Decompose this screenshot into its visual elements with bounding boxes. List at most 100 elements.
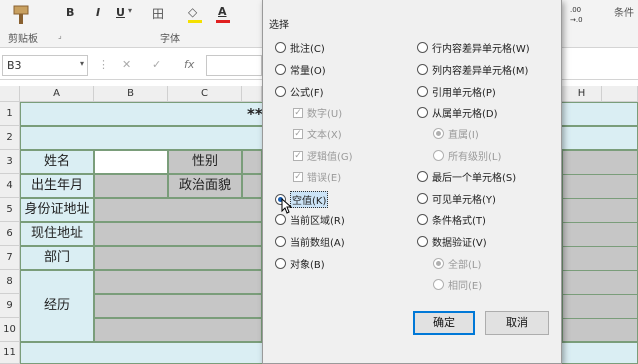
chevron-down-icon[interactable]: ▾ xyxy=(80,59,84,68)
row-header[interactable]: 8 xyxy=(0,270,20,294)
sub-option-logicals: ✓ 逻辑值(G) xyxy=(293,150,353,163)
row-header[interactable]: 4 xyxy=(0,174,20,198)
option-row-differences[interactable]: 行内容差异单元格(W) xyxy=(417,40,530,55)
label-cell-birth[interactable]: 出生年月 xyxy=(20,174,94,198)
column-header[interactable]: C xyxy=(168,86,242,102)
name-value-cell[interactable] xyxy=(94,150,168,174)
go-to-special-dialog: 选择 批注(C) 常量(O) 公式(F) ✓ 数字(U) ✓ 文本(X) ✓ 逻辑值(… xyxy=(262,0,562,364)
gray-cell[interactable] xyxy=(94,174,168,198)
gray-cell[interactable] xyxy=(94,246,262,270)
row-header[interactable]: 7 xyxy=(0,246,20,270)
option-visible-cells[interactable]: 可见单元格(Y) xyxy=(417,191,496,206)
chevron-down-icon[interactable]: ▾ xyxy=(128,6,132,15)
radio-icon[interactable] xyxy=(417,86,428,97)
option-current-array[interactable]: 当前数组(A) xyxy=(275,234,345,249)
radio-icon[interactable] xyxy=(275,42,286,53)
gray-cell[interactable] xyxy=(94,294,262,318)
row-header[interactable]: 9 xyxy=(0,294,20,318)
underline-button[interactable]: U xyxy=(116,6,125,19)
radio-icon[interactable] xyxy=(275,258,286,269)
gray-cell[interactable] xyxy=(94,318,262,342)
option-dependents[interactable]: 从属单元格(D) xyxy=(417,105,498,120)
option-precedents[interactable]: 引用单元格(P) xyxy=(417,84,496,99)
radio-icon[interactable] xyxy=(417,236,428,247)
option-objects[interactable]: 对象(B) xyxy=(275,256,325,271)
gray-cell[interactable] xyxy=(242,150,262,174)
option-data-validation[interactable]: 数据验证(V) xyxy=(417,234,487,249)
label-cell-politics[interactable]: 政治面貌 xyxy=(168,174,242,198)
confirm-formula-icon[interactable]: ✓ xyxy=(152,58,161,71)
bold-button[interactable]: B xyxy=(66,6,74,19)
gray-cell[interactable] xyxy=(242,174,262,198)
checkbox-icon: ✓ xyxy=(293,171,303,182)
border-button[interactable]: 田 xyxy=(152,5,164,22)
grid-line xyxy=(562,270,638,271)
label-cell-history[interactable]: 经历 xyxy=(20,270,94,342)
label-cell-id-address[interactable]: 身份证地址 xyxy=(20,198,94,222)
cancel-button[interactable]: 取消 xyxy=(485,311,549,335)
radio-icon[interactable] xyxy=(417,107,428,118)
name-box[interactable]: B3 xyxy=(2,55,88,76)
radio-icon[interactable] xyxy=(275,236,286,247)
column-header[interactable]: H xyxy=(562,86,602,102)
label-cell-gender[interactable]: 性别 xyxy=(168,150,242,174)
column-header[interactable] xyxy=(242,86,262,102)
radio-icon[interactable] xyxy=(417,171,428,182)
sub-option-numbers: ✓ 数字(U) xyxy=(293,107,343,120)
option-conditional-formats[interactable]: 条件格式(T) xyxy=(417,212,486,227)
format-painter-icon[interactable] xyxy=(6,2,36,26)
clipboard-group-label: 剪贴板 xyxy=(8,34,38,45)
grid-line xyxy=(562,318,638,319)
label-cell-address[interactable]: 现住地址 xyxy=(20,222,94,246)
sub-option-validation-all: 全部(L) xyxy=(433,256,481,271)
checkbox-icon: ✓ xyxy=(293,107,303,118)
grid-line xyxy=(562,246,638,247)
insert-function-icon[interactable]: fx xyxy=(184,58,194,71)
label-cell-dept[interactable]: 部门 xyxy=(20,246,94,270)
row-header[interactable]: 11 xyxy=(0,342,20,364)
column-header[interactable]: A xyxy=(20,86,94,102)
radio-icon[interactable] xyxy=(417,64,428,75)
sub-option-validation-same: 相同(E) xyxy=(433,277,482,292)
svg-text:→.0: →.0 xyxy=(570,16,583,24)
option-last-cell[interactable]: 最后一个单元格(S) xyxy=(417,169,516,184)
option-column-differences[interactable]: 列内容差异单元格(M) xyxy=(417,62,528,77)
gray-cell[interactable] xyxy=(94,198,262,222)
option-current-region[interactable]: 当前区域(R) xyxy=(275,212,345,227)
sub-option-errors: ✓ 错误(E) xyxy=(293,171,342,184)
row-header[interactable]: 6 xyxy=(0,222,20,246)
row-header[interactable]: 5 xyxy=(0,198,20,222)
row-header[interactable]: 3 xyxy=(0,150,20,174)
radio-icon[interactable] xyxy=(275,86,286,97)
grid-line xyxy=(562,222,638,223)
decimal-icon[interactable]: .00 →.0 xyxy=(568,2,598,26)
italic-button[interactable]: I xyxy=(96,6,100,19)
gray-cell[interactable] xyxy=(94,222,262,246)
fill-color-button[interactable]: ◇ xyxy=(188,5,197,19)
formula-input[interactable] xyxy=(206,55,262,76)
gray-cell[interactable] xyxy=(94,270,262,294)
radio-icon[interactable] xyxy=(275,214,286,225)
option-formulas[interactable]: 公式(F) xyxy=(275,84,324,99)
radio-icon[interactable] xyxy=(275,64,286,75)
conditional-format-label[interactable]: 条件 xyxy=(614,4,634,19)
label-cell-name[interactable]: 姓名 xyxy=(20,150,94,174)
radio-icon[interactable] xyxy=(417,42,428,53)
radio-icon[interactable] xyxy=(417,214,428,225)
dialog-launcher-icon[interactable]: ⌟ xyxy=(58,31,62,40)
column-header[interactable]: B xyxy=(94,86,168,102)
select-all-corner[interactable] xyxy=(0,86,20,102)
cancel-formula-icon[interactable]: ✕ xyxy=(122,58,131,71)
font-color-button[interactable]: A xyxy=(218,5,227,18)
row-header[interactable]: 10 xyxy=(0,318,20,342)
radio-icon[interactable] xyxy=(417,193,428,204)
svg-text:.00: .00 xyxy=(570,6,581,14)
radio-icon xyxy=(433,279,444,290)
ok-button[interactable]: 确定 xyxy=(413,311,475,335)
option-comments[interactable]: 批注(C) xyxy=(275,40,325,55)
radio-icon xyxy=(433,258,444,269)
column-header[interactable] xyxy=(602,86,638,102)
option-constants[interactable]: 常量(O) xyxy=(275,62,326,77)
row-header[interactable]: 1 xyxy=(0,102,20,126)
row-header[interactable]: 2 xyxy=(0,126,20,150)
